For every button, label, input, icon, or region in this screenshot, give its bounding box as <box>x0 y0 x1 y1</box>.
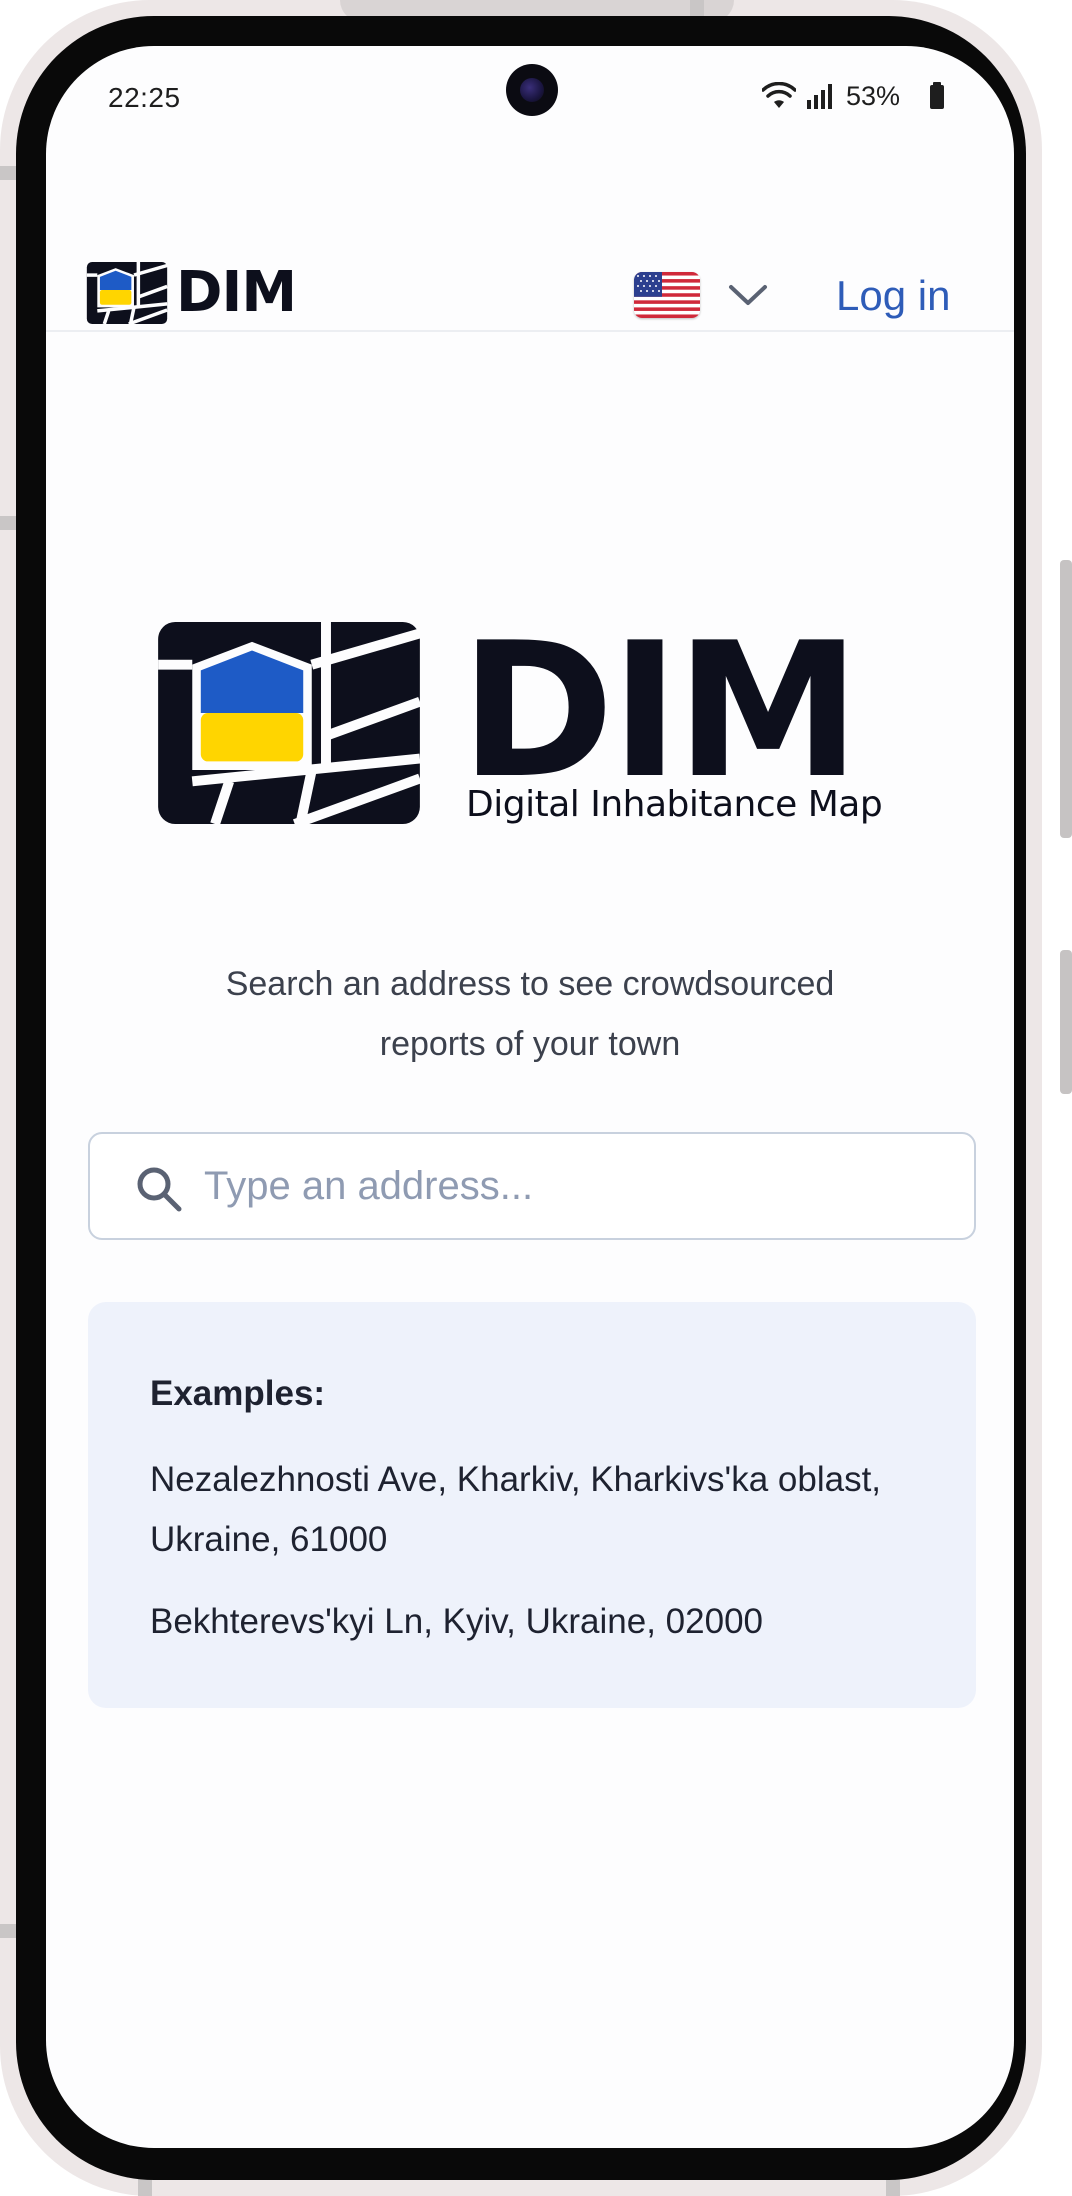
example-address[interactable]: Bekhterevs'kyi Ln, Kyiv, Ukraine, 02000 <box>150 1592 910 1652</box>
tagline: Search an address to see crowdsourced re… <box>225 965 835 1063</box>
examples-title: Examples: <box>150 1374 326 1413</box>
search-icon <box>137 1167 182 1212</box>
phone-device: 22:25 53% DIM Log in DIM Digital Inhabit… <box>0 0 1072 2196</box>
battery-percent: 53% <box>845 80 900 111</box>
address-search-box[interactable] <box>88 1132 976 1240</box>
phone-screen: 22:25 53% DIM Log in DIM Digital Inhabit… <box>46 46 1014 2148</box>
frame-antenna-line <box>0 1924 16 1938</box>
us-flag-icon <box>634 272 700 318</box>
wifi-icon <box>761 82 796 108</box>
frame-antenna-line <box>0 516 16 530</box>
language-selector[interactable] <box>634 272 768 318</box>
status-time: 22:25 <box>108 82 181 113</box>
address-search-input[interactable] <box>202 1150 942 1222</box>
examples-card: Examples: Nezalezhnosti Ave, Kharkiv, Kh… <box>88 1302 976 1708</box>
volume-button <box>1060 560 1072 838</box>
header-brand-text: DIM <box>176 260 297 325</box>
status-icons: 53% <box>761 78 952 114</box>
example-address[interactable]: Nezalezhnosti Ave, Kharkiv, Kharkivs'ka … <box>150 1450 910 1570</box>
front-camera <box>506 64 558 116</box>
battery-icon <box>930 82 944 109</box>
chevron-down-icon <box>729 285 767 305</box>
dim-hero-logo-icon <box>158 622 420 824</box>
signal-icon <box>806 84 832 109</box>
hero-subtitle: Digital Inhabitance Map <box>466 784 883 825</box>
header-logo[interactable]: DIM <box>86 260 297 325</box>
status-bar: 22:25 53% <box>46 46 1014 146</box>
hero-wordmark: DIM <box>460 602 861 819</box>
frame-antenna-line <box>0 166 16 180</box>
app-header: DIM Log in <box>46 200 1014 332</box>
login-link[interactable]: Log in <box>836 272 950 320</box>
dim-logo-icon <box>86 262 168 324</box>
power-button <box>1060 950 1072 1094</box>
